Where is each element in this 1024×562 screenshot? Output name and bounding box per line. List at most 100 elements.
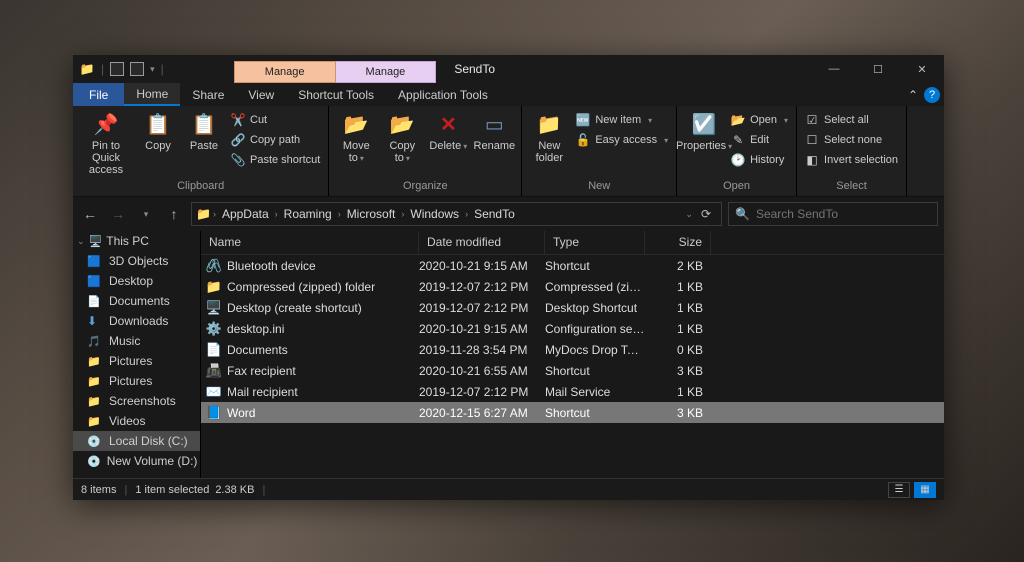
navigation-bar: ← → ▾ ↑ 📁 › AppData› Roaming› Microsoft›… — [73, 197, 944, 231]
help-icon[interactable]: ? — [924, 87, 940, 103]
copy-path-button[interactable]: 🔗Copy path — [229, 132, 322, 148]
file-row[interactable]: 📠 Fax recipient 2020-10-21 6:55 AM Short… — [201, 360, 944, 381]
column-name[interactable]: Name — [201, 231, 419, 254]
context-tab-application[interactable]: Manage — [336, 61, 437, 83]
forward-button[interactable]: → — [107, 202, 129, 226]
tab-view[interactable]: View — [236, 83, 286, 106]
sidebar-item[interactable]: Pictures — [73, 351, 200, 371]
file-rows[interactable]: 🖇️ Bluetooth device 2020-10-21 9:15 AM S… — [201, 255, 944, 478]
edit-button[interactable]: ✎Edit — [729, 132, 790, 148]
file-name: desktop.ini — [223, 322, 419, 336]
up-button[interactable]: ↑ — [163, 202, 185, 226]
sidebar-item[interactable]: Videos — [73, 411, 200, 431]
breadcrumb[interactable]: Microsoft — [343, 207, 400, 221]
sidebar-item[interactable]: 3D Objects — [73, 251, 200, 271]
copy-to-button[interactable]: 📂 Copy to▾ — [381, 110, 423, 164]
file-list: Name Date modified Type Size 🖇️ Bluetoot… — [201, 231, 944, 478]
breadcrumb[interactable]: Windows — [406, 207, 463, 221]
tab-shortcut-tools[interactable]: Shortcut Tools — [286, 83, 386, 106]
breadcrumb[interactable]: Roaming — [280, 207, 336, 221]
file-row[interactable]: 📘 Word 2020-12-15 6:27 AM Shortcut 3 KB — [201, 402, 944, 423]
thumbnails-view-button[interactable]: ▦ — [914, 482, 936, 498]
sidebar-item-label: Music — [109, 334, 140, 348]
column-date[interactable]: Date modified — [419, 231, 545, 254]
file-row[interactable]: ✉️ Mail recipient 2019-12-07 2:12 PM Mai… — [201, 381, 944, 402]
properties-button[interactable]: ☑️ Properties▾ — [683, 110, 725, 152]
cut-button[interactable]: ✂️Cut — [229, 112, 322, 128]
sidebar-item[interactable]: New Volume (D:) — [73, 451, 200, 471]
qat-new-icon[interactable] — [130, 62, 144, 76]
sidebar-item[interactable]: Documents — [73, 291, 200, 311]
details-view-button[interactable]: ☰ — [888, 482, 910, 498]
group-label-new: New — [528, 178, 670, 194]
titlebar[interactable]: | ▾ | Manage Manage SendTo — ☐ ✕ — [73, 55, 944, 83]
sidebar-item-icon — [87, 394, 103, 408]
qat-dropdown-icon[interactable]: ▾ — [150, 64, 155, 75]
breadcrumb[interactable]: SendTo — [470, 207, 519, 221]
file-date: 2020-10-21 9:15 AM — [419, 322, 545, 336]
file-row[interactable]: 🖥️ Desktop (create shortcut) 2019-12-07 … — [201, 297, 944, 318]
tab-share[interactable]: Share — [180, 83, 236, 106]
file-name: Compressed (zipped) folder — [223, 280, 419, 294]
file-type: Shortcut — [545, 259, 645, 273]
file-size: 1 KB — [645, 385, 711, 399]
sidebar-item-label: Screenshots — [109, 394, 176, 408]
sidebar-item[interactable]: Pictures — [73, 371, 200, 391]
sidebar-item[interactable]: Local Disk (C:) — [73, 431, 200, 451]
column-size[interactable]: Size — [645, 231, 711, 254]
select-all-button[interactable]: ☑Select all — [803, 112, 900, 128]
file-row[interactable]: ⚙️ desktop.ini 2020-10-21 9:15 AM Config… — [201, 318, 944, 339]
new-item-button[interactable]: 🆕New item▾ — [574, 112, 670, 128]
delete-button[interactable]: ✕ Delete▾ — [427, 110, 469, 152]
tab-home[interactable]: Home — [124, 83, 180, 106]
file-size: 3 KB — [645, 364, 711, 378]
sidebar-item[interactable]: Music — [73, 331, 200, 351]
ribbon-tabs: File Home Share View Shortcut Tools Appl… — [73, 83, 944, 106]
sidebar-item-label: Downloads — [109, 314, 168, 328]
search-input[interactable] — [756, 207, 931, 221]
maximize-button[interactable]: ☐ — [856, 55, 900, 83]
tab-file[interactable]: File — [73, 83, 124, 106]
sidebar-item[interactable]: Downloads — [73, 311, 200, 331]
close-button[interactable]: ✕ — [900, 55, 944, 83]
rename-button[interactable]: ▭ Rename — [473, 110, 515, 152]
file-date: 2019-12-07 2:12 PM — [419, 280, 545, 294]
collapse-ribbon-icon[interactable]: ⌃ — [908, 88, 918, 102]
ribbon-group-clipboard: 📌 Pin to Quick access 📋 Copy 📋 Paste ✂️C… — [73, 106, 329, 196]
file-row[interactable]: 🖇️ Bluetooth device 2020-10-21 9:15 AM S… — [201, 255, 944, 276]
easy-access-button[interactable]: 🔓Easy access▾ — [574, 132, 670, 148]
address-dropdown-icon[interactable]: ⌄ — [685, 209, 693, 220]
sidebar-this-pc[interactable]: ⌄ This PC — [73, 231, 200, 251]
sidebar-item[interactable]: Desktop — [73, 271, 200, 291]
new-folder-icon: 📁 — [535, 110, 563, 138]
address-bar[interactable]: 📁 › AppData› Roaming› Microsoft› Windows… — [191, 202, 722, 226]
back-button[interactable]: ← — [79, 202, 101, 226]
breadcrumb[interactable]: AppData — [218, 207, 273, 221]
pin-button[interactable]: 📌 Pin to Quick access — [79, 110, 133, 176]
ribbon-group-new: 📁 New folder 🆕New item▾ 🔓Easy access▾ Ne… — [522, 106, 677, 196]
navigation-pane[interactable]: ⌄ This PC 3D ObjectsDesktopDocuments Down… — [73, 231, 201, 478]
copy-button[interactable]: 📋 Copy — [137, 110, 179, 152]
file-row[interactable]: 📁 Compressed (zipped) folder 2019-12-07 … — [201, 276, 944, 297]
move-to-button[interactable]: 📂 Move to▾ — [335, 110, 377, 164]
sidebar-item[interactable]: Screenshots — [73, 391, 200, 411]
tab-application-tools[interactable]: Application Tools — [386, 83, 500, 106]
open-button[interactable]: 📂Open▾ — [729, 112, 790, 128]
sidebar-item-icon — [87, 274, 103, 288]
file-name: Fax recipient — [223, 364, 419, 378]
paste-shortcut-button[interactable]: 📎Paste shortcut — [229, 152, 322, 168]
select-none-button[interactable]: ☐Select none — [803, 132, 900, 148]
refresh-icon[interactable]: ⟳ — [701, 207, 711, 221]
column-type[interactable]: Type — [545, 231, 645, 254]
invert-selection-button[interactable]: ◧Invert selection — [803, 152, 900, 168]
new-folder-button[interactable]: 📁 New folder — [528, 110, 570, 164]
paste-button[interactable]: 📋 Paste — [183, 110, 225, 152]
minimize-button[interactable]: — — [812, 55, 856, 83]
select-all-icon: ☑ — [805, 113, 819, 127]
recent-dropdown-icon[interactable]: ▾ — [135, 202, 157, 226]
history-button[interactable]: 🕑History — [729, 152, 790, 168]
context-tab-shortcut[interactable]: Manage — [234, 61, 336, 83]
file-row[interactable]: 📄 Documents 2019-11-28 3:54 PM MyDocs Dr… — [201, 339, 944, 360]
qat-properties-icon[interactable] — [110, 62, 124, 76]
search-box[interactable]: 🔍 — [728, 202, 938, 226]
